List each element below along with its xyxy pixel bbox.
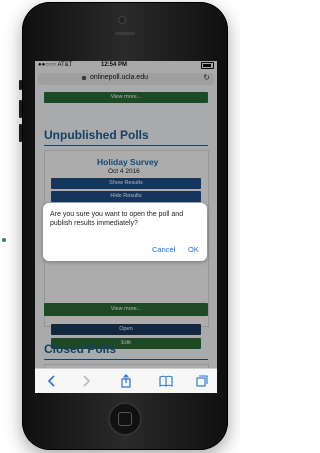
side-indicator-dot (2, 238, 6, 242)
cancel-button[interactable]: Cancel (152, 245, 175, 254)
mute-switch (19, 80, 22, 90)
front-camera (118, 16, 126, 24)
back-icon[interactable] (45, 374, 59, 388)
volume-down-button (19, 124, 22, 142)
home-button[interactable] (108, 402, 142, 436)
device-stage: ●●○○○ AT&T 12:54 PM onlinepoll.ucla.edu … (0, 0, 240, 453)
home-square-icon (118, 412, 132, 426)
dialog-message: Are you sure you want to open the poll a… (50, 211, 184, 227)
confirm-dialog: Are you sure you want to open the poll a… (43, 203, 207, 261)
tabs-icon[interactable] (195, 374, 209, 388)
bookmarks-icon[interactable] (159, 374, 173, 388)
phone-screen: ●●○○○ AT&T 12:54 PM onlinepoll.ucla.edu … (35, 61, 217, 393)
share-icon[interactable] (119, 374, 133, 388)
volume-up-button (19, 100, 22, 118)
ok-button[interactable]: OK (188, 245, 199, 254)
browser-toolbar (35, 368, 217, 393)
forward-icon[interactable] (79, 374, 93, 388)
earpiece-speaker (115, 32, 135, 35)
